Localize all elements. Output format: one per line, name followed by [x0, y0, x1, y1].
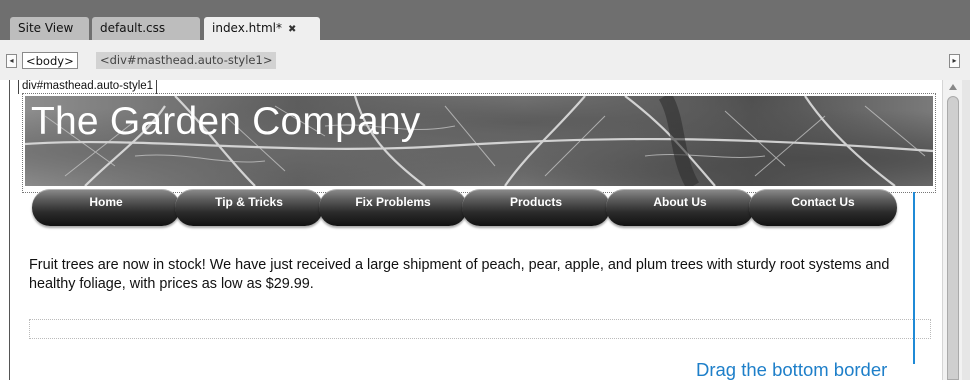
tab-site-view[interactable]: Site View — [10, 17, 89, 40]
tag-forward-arrow-icon[interactable]: ▸ — [949, 54, 960, 68]
tab-label: default.css — [100, 21, 166, 35]
nav-home-button[interactable]: Home — [32, 189, 180, 226]
callout-pointer-line — [913, 192, 915, 364]
div-tab-label[interactable]: div#masthead.auto-style1 — [18, 80, 158, 94]
tab-label: index.html* — [212, 21, 282, 35]
nav-contact-button[interactable]: Contact Us — [749, 189, 897, 226]
document-tab-strip: Site View default.css index.html* ✖ — [0, 0, 970, 40]
masthead-banner-image: The Garden Company — [25, 96, 933, 186]
tab-index-html[interactable]: index.html* ✖ — [204, 17, 320, 40]
body-paragraph: Fruit trees are now in stock! We have ju… — [29, 257, 890, 292]
nav-about-button[interactable]: About Us — [606, 189, 754, 226]
empty-div-placeholder[interactable] — [29, 319, 931, 339]
nav-tips-button[interactable]: Tip & Tricks — [175, 189, 323, 226]
window-edge — [962, 80, 970, 380]
tag-current-button[interactable]: <div#masthead.auto-style1> — [96, 52, 277, 69]
tag-back-arrow-icon[interactable]: ◂ — [6, 54, 17, 68]
vertical-scrollbar[interactable] — [942, 80, 962, 380]
tab-default-css[interactable]: default.css — [92, 17, 200, 40]
scroll-thumb[interactable] — [947, 96, 959, 380]
close-icon[interactable]: ✖ — [288, 24, 296, 35]
tab-label: Site View — [18, 21, 74, 35]
nav-fix-problems-button[interactable]: Fix Problems — [319, 189, 467, 226]
tag-selector-bar: ◂ <body> <div#masthead.auto-style1> ▸ — [0, 40, 970, 80]
callout-caption: Drag the bottom border — [696, 359, 888, 380]
nav-products-button[interactable]: Products — [462, 189, 610, 226]
site-nav-bar: Home Tip & Tricks Fix Problems Products … — [32, 189, 897, 227]
tag-body-button[interactable]: <body> — [22, 52, 78, 69]
scroll-up-arrow-icon[interactable] — [949, 84, 957, 90]
site-brand-title: The Garden Company — [31, 100, 421, 143]
